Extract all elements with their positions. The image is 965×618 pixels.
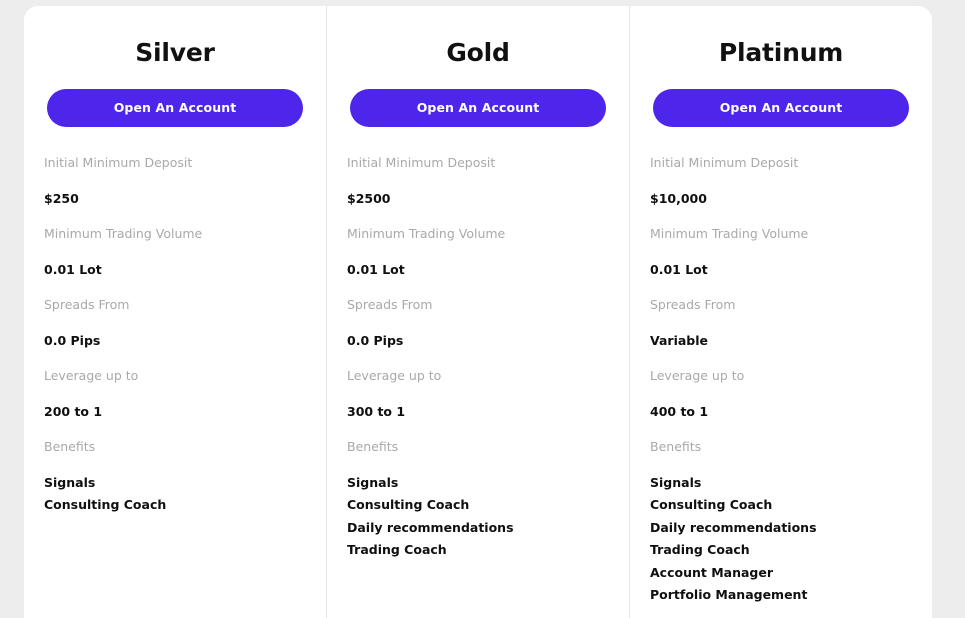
plan-content-platinum: Platinum Open An Account Initial Minimum… [630, 6, 932, 618]
spec-label-benefits: Benefits [650, 439, 702, 454]
spec-label-spreads: Spreads From [347, 297, 433, 312]
spec-label-benefits: Benefits [347, 439, 399, 454]
spec-value-spreads: 0.0 Pips [44, 332, 101, 348]
benefits-list-gold: Signals Consulting Coach Daily recommend… [347, 474, 611, 557]
spec-label-benefits: Benefits [44, 439, 96, 454]
benefit-item: Signals [650, 474, 702, 490]
plan-content-silver: Silver Open An Account Initial Minimum D… [24, 6, 326, 618]
spec-value-deposit: $2500 [347, 190, 391, 206]
spec-row-benefits: Benefits Signals Consulting Coach Daily … [347, 439, 611, 557]
spec-list-gold: Initial Minimum Deposit $2500 Minimum Tr… [345, 155, 611, 557]
spec-label-deposit: Initial Minimum Deposit [347, 155, 496, 170]
plan-column-silver: Silver Open An Account Initial Minimum D… [24, 6, 326, 618]
benefits-list-silver: Signals Consulting Coach [44, 474, 308, 512]
spec-label-volume: Minimum Trading Volume [650, 226, 809, 241]
spec-value-deposit: $10,000 [650, 190, 707, 206]
benefit-item: Consulting Coach [44, 497, 167, 512]
spec-label-spreads: Spreads From [650, 297, 736, 312]
spec-row-deposit: Initial Minimum Deposit $250 [44, 155, 308, 206]
spec-value-leverage: 300 to 1 [347, 403, 406, 419]
benefit-item: Consulting Coach [650, 497, 773, 512]
plan-column-platinum: Platinum Open An Account Initial Minimum… [629, 6, 932, 618]
spec-value-volume: 0.01 Lot [347, 261, 405, 277]
spec-value-deposit: $250 [44, 190, 79, 206]
pricing-comparison-card: Silver Open An Account Initial Minimum D… [24, 6, 932, 618]
spec-row-benefits: Benefits Signals Consulting Coach Daily … [650, 439, 914, 602]
plan-content-gold: Gold Open An Account Initial Minimum Dep… [327, 6, 629, 618]
spec-row-spreads: Spreads From 0.0 Pips [44, 297, 308, 348]
open-account-button-platinum[interactable]: Open An Account [653, 89, 909, 127]
plan-title-platinum: Platinum [718, 38, 844, 67]
spec-value-volume: 0.01 Lot [44, 261, 102, 277]
page-root: Silver Open An Account Initial Minimum D… [0, 0, 965, 618]
spec-row-deposit: Initial Minimum Deposit $2500 [347, 155, 611, 206]
spec-row-volume: Minimum Trading Volume 0.01 Lot [347, 226, 611, 277]
benefit-item: Trading Coach [650, 542, 750, 557]
benefit-item: Signals [347, 474, 399, 490]
spec-label-leverage: Leverage up to [347, 368, 442, 383]
spec-label-leverage: Leverage up to [44, 368, 139, 383]
spec-row-benefits: Benefits Signals Consulting Coach [44, 439, 308, 512]
spec-label-deposit: Initial Minimum Deposit [44, 155, 193, 170]
benefit-item: Consulting Coach [347, 497, 470, 512]
spec-label-spreads: Spreads From [44, 297, 130, 312]
plan-title-silver: Silver [135, 38, 215, 67]
spec-label-deposit: Initial Minimum Deposit [650, 155, 799, 170]
benefit-item: Trading Coach [347, 542, 447, 557]
spec-label-volume: Minimum Trading Volume [44, 226, 203, 241]
benefit-item: Portfolio Management [650, 587, 808, 602]
spec-row-volume: Minimum Trading Volume 0.01 Lot [44, 226, 308, 277]
spec-row-deposit: Initial Minimum Deposit $10,000 [650, 155, 914, 206]
open-account-button-silver[interactable]: Open An Account [47, 89, 303, 127]
spec-row-leverage: Leverage up to 400 to 1 [650, 368, 914, 419]
spec-row-spreads: Spreads From Variable [650, 297, 914, 348]
benefits-list-platinum: Signals Consulting Coach Daily recommend… [650, 474, 914, 602]
spec-value-spreads: Variable [650, 332, 709, 348]
spec-row-spreads: Spreads From 0.0 Pips [347, 297, 611, 348]
spec-value-leverage: 400 to 1 [650, 403, 709, 419]
spec-list-platinum: Initial Minimum Deposit $10,000 Minimum … [648, 155, 914, 602]
open-account-button-gold[interactable]: Open An Account [350, 89, 606, 127]
spec-row-leverage: Leverage up to 200 to 1 [44, 368, 308, 419]
plan-title-gold: Gold [446, 38, 510, 67]
benefit-item: Daily recommendations [650, 519, 817, 535]
spec-row-volume: Minimum Trading Volume 0.01 Lot [650, 226, 914, 277]
spec-list-silver: Initial Minimum Deposit $250 Minimum Tra… [42, 155, 308, 512]
spec-value-leverage: 200 to 1 [44, 403, 103, 419]
plan-column-gold: Gold Open An Account Initial Minimum Dep… [326, 6, 629, 618]
benefit-item: Signals [44, 474, 96, 490]
spec-value-volume: 0.01 Lot [650, 261, 708, 277]
benefit-item: Account Manager [650, 564, 774, 580]
spec-label-volume: Minimum Trading Volume [347, 226, 506, 241]
spec-value-spreads: 0.0 Pips [347, 332, 404, 348]
spec-row-leverage: Leverage up to 300 to 1 [347, 368, 611, 419]
spec-label-leverage: Leverage up to [650, 368, 745, 383]
benefit-item: Daily recommendations [347, 519, 514, 535]
